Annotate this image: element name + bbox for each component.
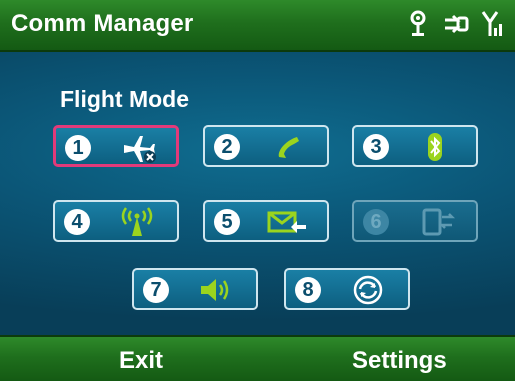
signal-strength-icon [481, 11, 502, 36]
wireless-antenna-icon [121, 207, 153, 236]
mail-receive-icon [267, 211, 306, 233]
airplane-icon [124, 136, 156, 163]
title-bar: Comm Manager [0, 0, 515, 52]
sync-circle-icon [353, 275, 383, 305]
signal-antenna-icon [410, 10, 426, 36]
tile-number: 3 [363, 134, 389, 160]
tile-number: 1 [65, 135, 91, 161]
app-title: Comm Manager [11, 10, 194, 37]
data-connection-icon [445, 14, 469, 34]
tile-number: 7 [143, 277, 169, 303]
tile-number: 5 [214, 209, 240, 235]
bluetooth-toggle[interactable]: 3 [352, 125, 478, 167]
data-sync-toggle[interactable]: 5 [203, 200, 329, 242]
device-sync-icon [422, 208, 456, 236]
settings-softkey[interactable]: Settings [352, 347, 447, 375]
activesync-toggle[interactable]: 6 [352, 200, 478, 242]
content-area: Flight Mode 1 2 3 4 5 6 7 8 [0, 52, 515, 335]
wireless-toggle[interactable]: 4 [53, 200, 179, 242]
tile-number: 6 [363, 209, 389, 235]
speaker-icon [201, 279, 229, 301]
sync-toggle[interactable]: 8 [284, 268, 410, 310]
phone-toggle[interactable]: 2 [203, 125, 329, 167]
tile-number: 4 [64, 209, 90, 235]
status-icons [407, 10, 507, 38]
phone-handset-icon [278, 137, 299, 158]
bluetooth-icon [428, 133, 442, 161]
tile-number: 2 [214, 134, 240, 160]
softkey-bar: Exit Settings [0, 335, 515, 381]
flight-mode-toggle[interactable]: 1 [53, 125, 179, 167]
sound-toggle[interactable]: 7 [132, 268, 258, 310]
exit-softkey[interactable]: Exit [119, 347, 163, 375]
current-mode-heading: Flight Mode [60, 86, 190, 112]
tile-number: 8 [295, 277, 321, 303]
